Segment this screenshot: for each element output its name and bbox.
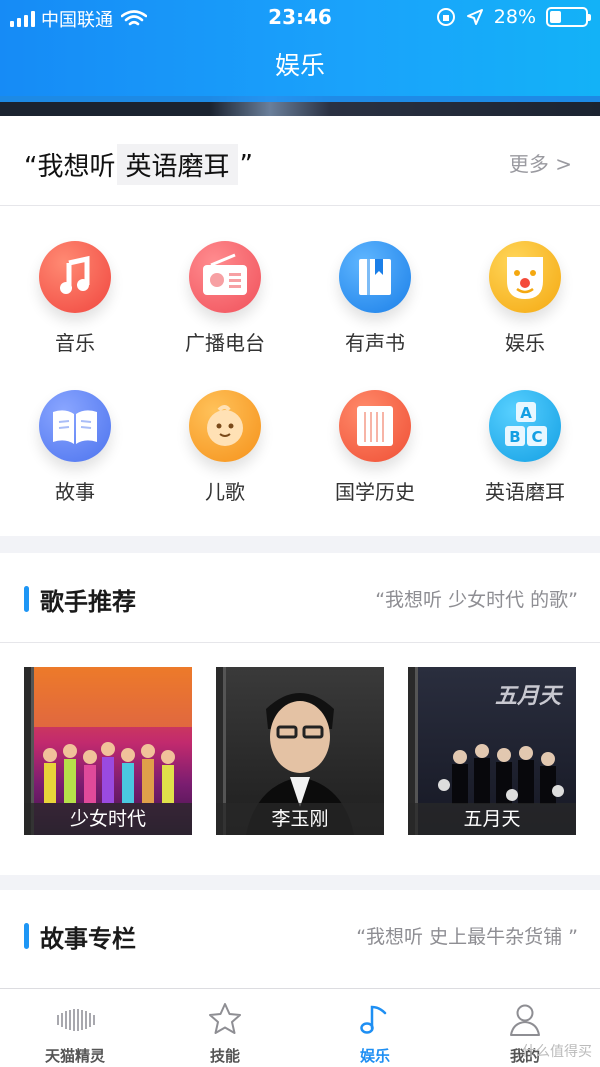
category-culture-history[interactable]: 国学历史	[300, 390, 450, 505]
category-label: 广播电台	[185, 331, 265, 355]
location-arrow-icon	[466, 9, 483, 25]
category-label: 有声书	[345, 331, 405, 355]
singer-name: 五月天	[408, 803, 576, 835]
category-label: 儿歌	[205, 480, 245, 504]
music-note-icon	[360, 1005, 387, 1034]
category-label: 娱乐	[505, 331, 545, 355]
category-card: “我想听 英语磨耳 ” 更多 > 音乐 广播电台 有声书 娱乐 故事 儿歌 国学…	[0, 116, 600, 536]
category-audiobook[interactable]: 有声书	[300, 241, 450, 356]
section-accent-bar	[24, 923, 29, 949]
tab-entertainment[interactable]: 娱乐	[300, 989, 450, 1067]
story-section: 故事专栏 “我想听 史上最牛杂货铺 ”	[0, 890, 600, 988]
watermark-text: 什么值得买	[522, 1044, 592, 1060]
more-link[interactable]: 更多 >	[509, 148, 572, 177]
book-icon	[339, 241, 411, 313]
banner-image[interactable]	[0, 96, 600, 116]
category-entertainment[interactable]: 娱乐	[450, 241, 600, 356]
section-title: 故事专栏	[40, 925, 136, 953]
music-note-icon	[39, 241, 111, 313]
status-bar: 中国联通 23:46 28%	[0, 0, 600, 34]
svg-text:五月天: 五月天	[495, 684, 564, 709]
battery-icon	[546, 7, 591, 27]
star-icon	[209, 1003, 241, 1034]
category-label: 英语磨耳	[485, 480, 565, 504]
voice-prompt-row: “我想听 英语磨耳 ” 更多 >	[0, 116, 600, 206]
category-label: 国学历史	[335, 480, 415, 504]
story-section-header: 故事专栏 “我想听 史上最牛杂货铺 ”	[0, 890, 600, 980]
scroll-icon	[339, 390, 411, 462]
category-english[interactable]: A B C 英语磨耳	[450, 390, 600, 505]
category-kids-songs[interactable]: 儿歌	[150, 390, 300, 505]
baby-face-icon	[189, 390, 261, 462]
singer-tile[interactable]: 李玉刚	[216, 667, 384, 835]
singer-name: 少女时代	[24, 803, 192, 835]
tab-skills[interactable]: 技能	[150, 989, 300, 1067]
tab-tmall-genie[interactable]: 天猫精灵	[0, 989, 150, 1067]
waveform-icon	[57, 1009, 95, 1031]
section-voice-hint: “我想听 史上最牛杂货铺 ”	[356, 926, 578, 948]
clown-face-icon	[489, 241, 561, 313]
app-header: 中国联通 23:46 28% 娱乐	[0, 0, 600, 102]
svg-text:C: C	[531, 428, 542, 446]
radio-icon	[189, 241, 261, 313]
page-title: 娱乐	[274, 51, 325, 80]
prompt-suffix: ”	[239, 149, 253, 180]
open-book-icon	[39, 390, 111, 462]
person-icon	[510, 1004, 540, 1036]
singer-section-header: 歌手推荐 “我想听 少女时代 的歌”	[0, 553, 600, 643]
category-story[interactable]: 故事	[0, 390, 150, 505]
singer-name: 李玉刚	[216, 803, 384, 835]
bottom-tab-bar: 天猫精灵 技能 娱乐 我的 什么值得买	[0, 988, 600, 1067]
section-accent-bar	[24, 586, 29, 612]
svg-text:B: B	[509, 428, 520, 446]
singer-tile[interactable]: 少女时代	[24, 667, 192, 835]
svg-text:A: A	[520, 404, 532, 422]
category-label: 音乐	[55, 331, 95, 355]
prompt-keyword[interactable]: 英语磨耳	[117, 144, 238, 185]
section-title: 歌手推荐	[40, 588, 136, 616]
tab-label: 天猫精灵	[44, 1047, 105, 1065]
rotation-lock-icon	[436, 8, 455, 26]
section-voice-hint: “我想听 少女时代 的歌”	[375, 589, 578, 611]
singer-section: 歌手推荐 “我想听 少女时代 的歌” 少女时代 李玉刚 五月天 五月天	[0, 553, 600, 875]
tab-label: 娱乐	[359, 1047, 390, 1065]
category-radio[interactable]: 广播电台	[150, 241, 300, 356]
singer-tile[interactable]: 五月天 五月天	[408, 667, 576, 835]
category-music[interactable]: 音乐	[0, 241, 150, 356]
prompt-prefix: “我想听	[24, 152, 116, 182]
abc-blocks-icon: A B C	[489, 390, 561, 462]
battery-percent: 28%	[493, 6, 536, 28]
category-label: 故事	[55, 480, 95, 504]
tab-label: 技能	[209, 1047, 240, 1065]
voice-prompt: “我想听 英语磨耳 ”	[24, 144, 253, 185]
